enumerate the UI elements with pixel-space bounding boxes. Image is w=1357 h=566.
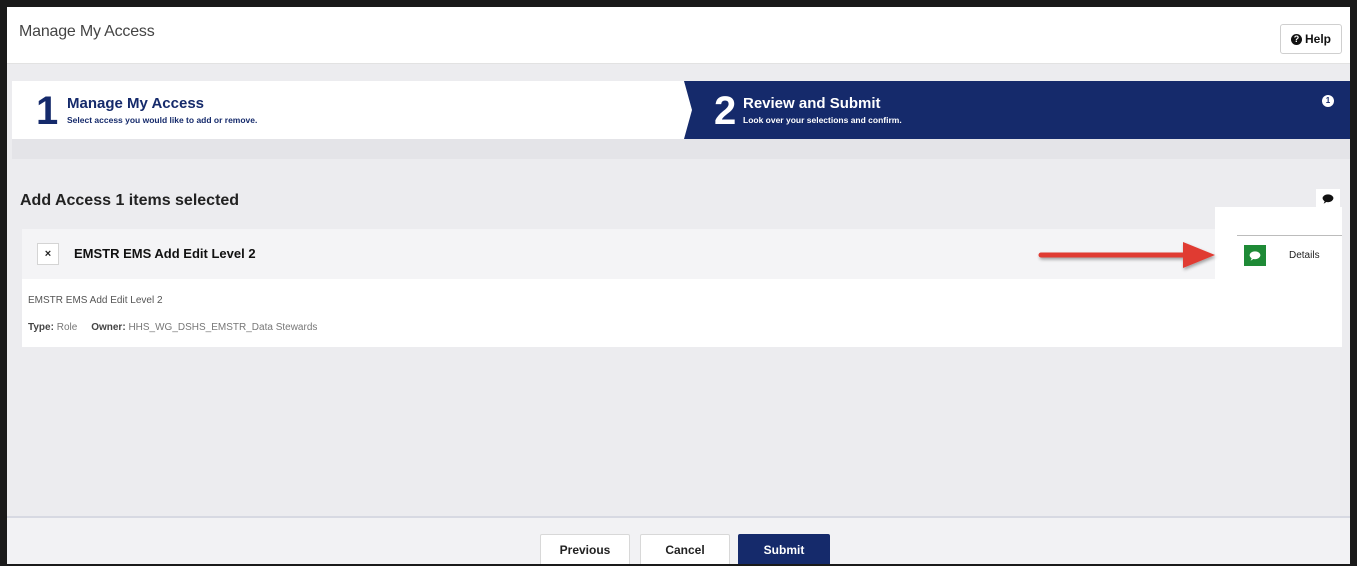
close-icon: × bbox=[44, 248, 52, 260]
details-row: Details bbox=[1237, 235, 1342, 272]
step-review-submit[interactable]: 2 Review and Submit Look over your selec… bbox=[684, 81, 1350, 139]
comment-button[interactable] bbox=[1244, 245, 1266, 266]
owner-label: Owner: bbox=[91, 322, 126, 333]
access-item-name: EMSTR EMS Add Edit Level 2 bbox=[74, 246, 256, 261]
previous-button[interactable]: Previous bbox=[540, 534, 630, 564]
type-label: Type: bbox=[28, 322, 54, 333]
step-subtitle: Look over your selections and confirm. bbox=[743, 115, 902, 125]
access-item-description: EMSTR EMS Add Edit Level 2 bbox=[28, 295, 163, 306]
help-button[interactable]: ? Help bbox=[1280, 24, 1342, 54]
step-title: Manage My Access bbox=[67, 95, 205, 112]
details-panel: Details bbox=[1215, 207, 1342, 285]
cancel-button[interactable]: Cancel bbox=[640, 534, 730, 564]
step-subtitle: Select access you would like to add or r… bbox=[67, 115, 258, 125]
submit-button[interactable]: Submit bbox=[738, 534, 830, 564]
step-number: 1 bbox=[36, 89, 59, 133]
details-link[interactable]: Details bbox=[1289, 250, 1320, 261]
page-title: Manage My Access bbox=[19, 23, 155, 40]
step-number: 2 bbox=[714, 89, 737, 133]
selection-count-badge: 1 bbox=[1322, 95, 1334, 107]
progress-stepper: 1 Manage My Access Select access you wou… bbox=[12, 81, 1350, 139]
section-comment-button[interactable] bbox=[1316, 189, 1340, 209]
type-value: Role bbox=[56, 322, 78, 333]
help-icon: ? bbox=[1290, 33, 1302, 45]
page-header: Manage My Access ? Help bbox=[7, 7, 1350, 64]
owner-value: HHS_WG_DSHS_EMSTR_Data Stewards bbox=[128, 322, 318, 333]
section-title: Add Access 1 items selected bbox=[20, 192, 240, 209]
comment-icon bbox=[1322, 194, 1334, 204]
comment-icon bbox=[1249, 250, 1261, 261]
step-manage-access[interactable]: 1 Manage My Access Select access you wou… bbox=[12, 81, 692, 139]
footer-bar: Previous Cancel Submit bbox=[7, 516, 1350, 564]
step-title: Review and Submit bbox=[743, 95, 881, 112]
remove-item-button[interactable]: × bbox=[37, 243, 59, 265]
arrow-right-icon bbox=[1038, 242, 1215, 268]
section-divider bbox=[12, 139, 1350, 159]
app-window: Manage My Access ? Help 1 Manage My Acce… bbox=[0, 0, 1357, 566]
help-label: Help bbox=[1304, 32, 1331, 46]
access-item-meta: Type: Role Owner: HHS_WG_DSHS_EMSTR_Data… bbox=[28, 322, 317, 333]
